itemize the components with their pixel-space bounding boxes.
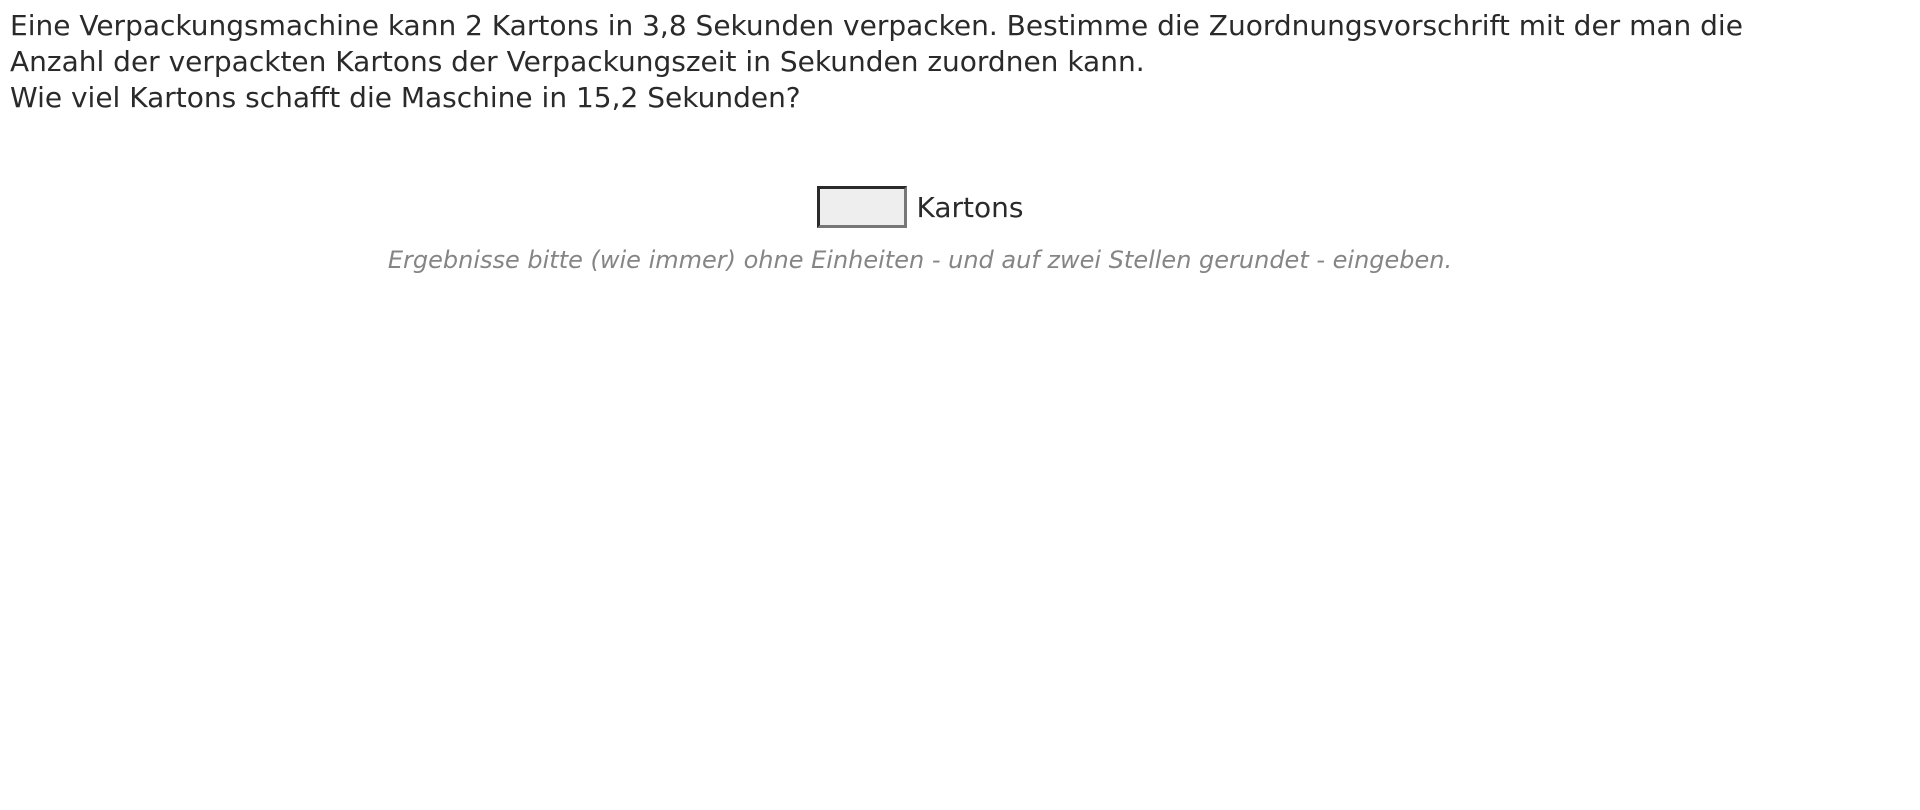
question-line-2: Anzahl der verpackten Kartons der Verpac… bbox=[10, 45, 1145, 78]
answer-row: Kartons bbox=[0, 186, 1840, 228]
answer-unit-label: Kartons bbox=[916, 190, 1024, 224]
question-line-1: Eine Verpackungsmachine kann 2 Kartons i… bbox=[10, 9, 1743, 42]
answer-input[interactable] bbox=[816, 186, 907, 228]
question-line-3: Wie viel Kartons schafft die Maschine in… bbox=[10, 81, 801, 114]
question-text: Eine Verpackungsmachine kann 2 Kartons i… bbox=[10, 8, 1890, 116]
hint-text: Ergebnisse bitte (wie immer) ohne Einhei… bbox=[387, 246, 1453, 274]
